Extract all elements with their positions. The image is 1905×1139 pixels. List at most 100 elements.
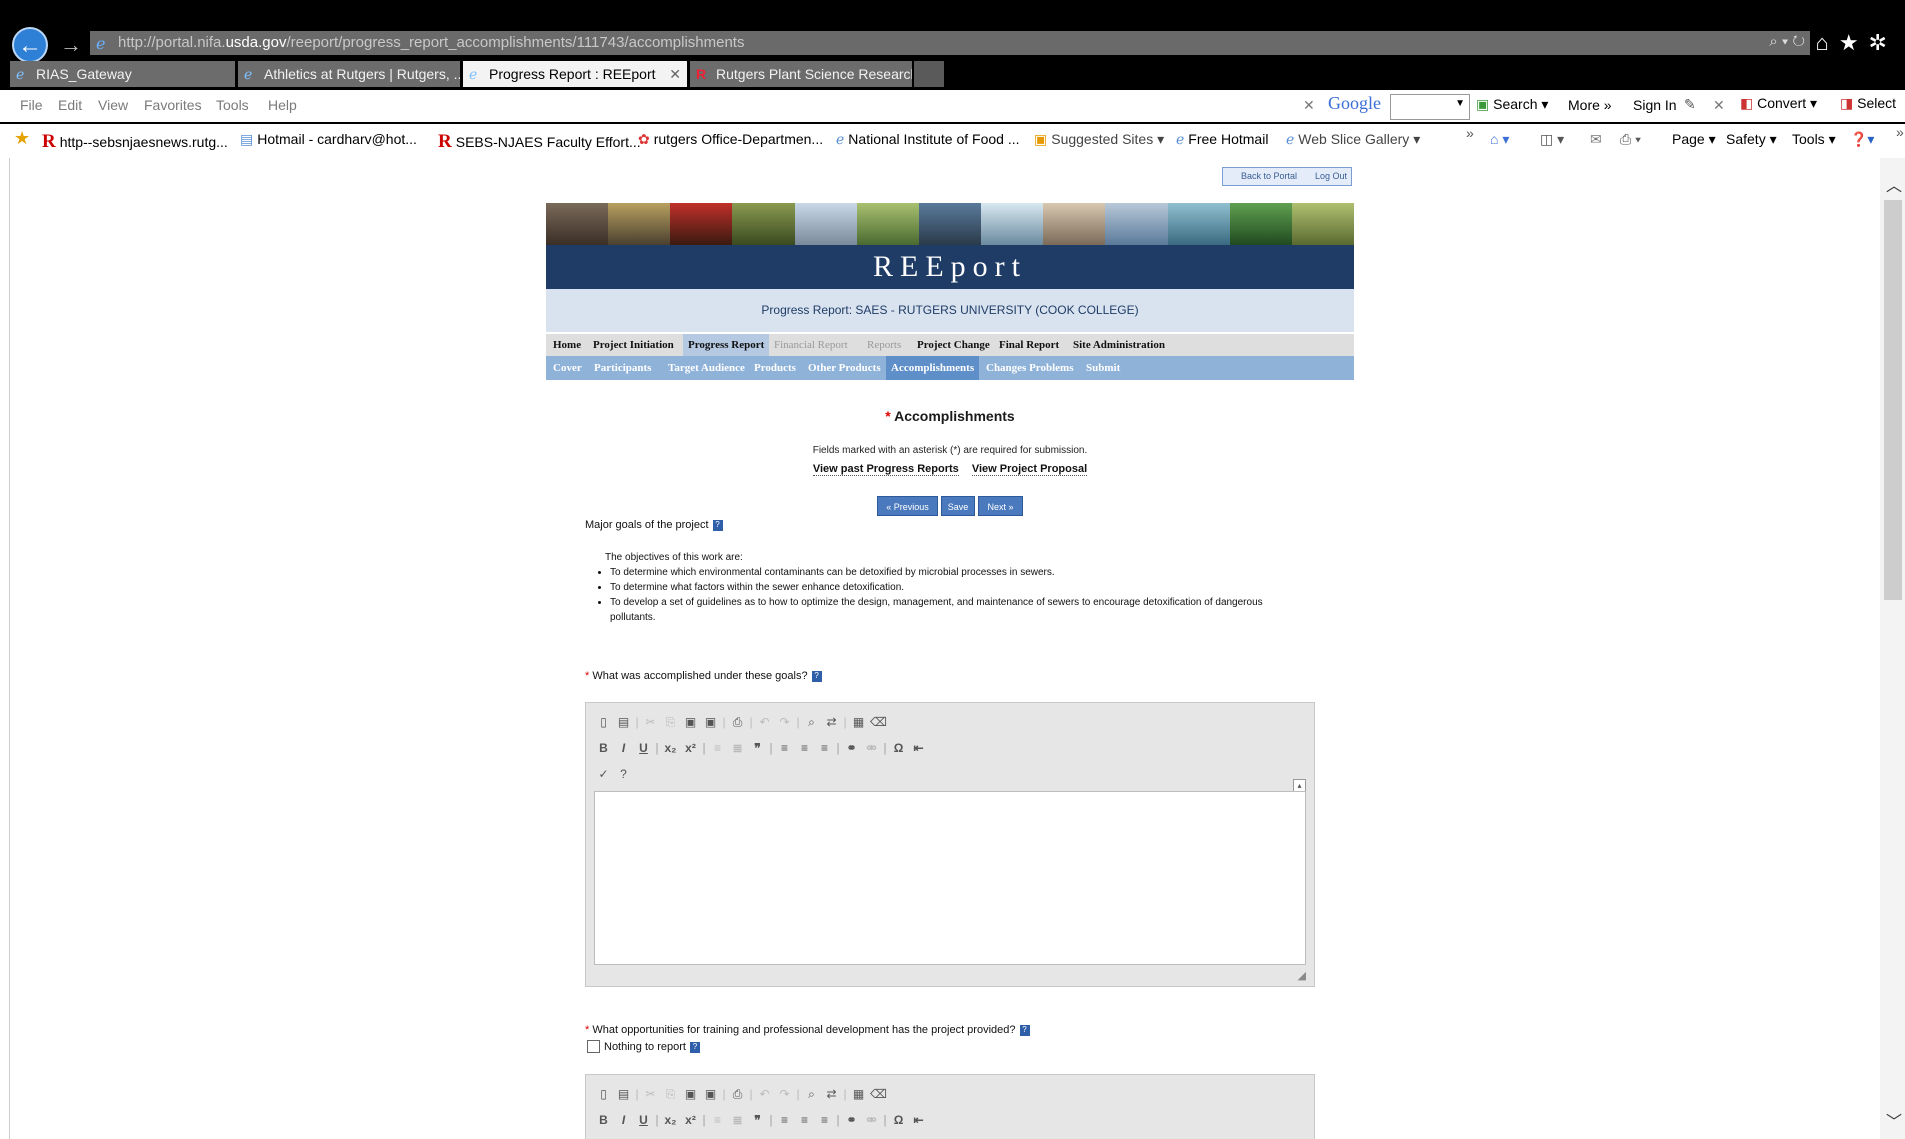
unlink-icon[interactable]: ⚮ — [862, 739, 881, 758]
select-button[interactable]: ◨ Select — [1840, 95, 1896, 112]
view-project-proposal-link[interactable]: View Project Proposal — [971, 463, 1088, 476]
remove-format-icon[interactable]: ⌫ — [869, 1085, 888, 1104]
unlink-icon[interactable]: ⚮ — [862, 1111, 881, 1130]
more-button[interactable]: More » — [1568, 97, 1612, 113]
about-icon[interactable]: ? — [614, 765, 633, 784]
help-icon[interactable]: ? — [689, 1041, 700, 1053]
nav-home[interactable]: Home — [548, 334, 586, 356]
align-center-icon[interactable]: ≡ — [795, 739, 814, 758]
subnav-accomplishments[interactable]: Accomplishments — [886, 356, 980, 380]
scroll-down-arrow-icon[interactable]: ﹀ — [1886, 1108, 1902, 1132]
log-out-link[interactable]: Log Out — [1315, 168, 1347, 185]
align-left-icon[interactable]: ≡ — [775, 739, 794, 758]
close-toolbar-icon[interactable]: ✕ — [1303, 97, 1315, 114]
resize-handle-icon[interactable]: ◢ — [1298, 969, 1306, 982]
fav-sebs-news[interactable]: Rhttp--sebsnjaesnews.rutg... — [42, 131, 228, 153]
align-center-icon[interactable]: ≡ — [795, 1111, 814, 1130]
scroll-up-arrow-icon[interactable]: ︿ — [1886, 172, 1902, 196]
special-char-icon[interactable]: Ω — [889, 739, 908, 758]
tools-menu[interactable]: Tools ▾ — [1792, 131, 1836, 148]
bold-icon[interactable]: B — [594, 739, 613, 758]
italic-icon[interactable]: I — [614, 1111, 633, 1130]
fav-nifa[interactable]: ℯ National Institute of Food ... — [836, 131, 1020, 148]
paste-icon[interactable]: ▣ — [681, 713, 700, 732]
favorites-star-icon[interactable]: ★ — [14, 128, 30, 149]
numbered-list-icon[interactable]: ≡ — [708, 739, 727, 758]
fav-web-slice-gallery[interactable]: ℯ Web Slice Gallery ▾ — [1286, 131, 1420, 148]
blockquote-icon[interactable]: ❞ — [748, 739, 767, 758]
link-icon[interactable]: ⚭ — [842, 739, 861, 758]
tab-rias-gateway[interactable]: ℯ RIAS_Gateway — [10, 61, 235, 87]
link-icon[interactable]: ⚭ — [842, 1111, 861, 1130]
subscript-icon[interactable]: x₂ — [661, 1111, 680, 1130]
subnav-submit[interactable]: Submit — [1081, 356, 1125, 380]
new-tab-button[interactable] — [914, 61, 944, 87]
view-past-reports-link[interactable]: View past Progress Reports — [812, 463, 959, 476]
nav-project-initiation[interactable]: Project Initiation — [588, 334, 679, 356]
special-char-icon[interactable]: Ω — [889, 1111, 908, 1130]
tab-athletics[interactable]: ℯ Athletics at Rutgers | Rutgers, ... — [238, 61, 460, 87]
copy-icon[interactable]: ⎘ — [661, 1085, 680, 1104]
paste-icon[interactable]: ▣ — [681, 1085, 700, 1104]
spellcheck-icon[interactable]: ✓ — [594, 765, 613, 784]
undo-icon[interactable]: ↶ — [755, 713, 774, 732]
menu-help[interactable]: Help — [268, 97, 297, 113]
nav-final-report[interactable]: Final Report — [994, 334, 1064, 356]
close-google-icon[interactable]: ✕ — [1713, 97, 1725, 114]
paste-word-icon[interactable]: ▣ — [701, 1085, 720, 1104]
nothing-to-report-checkbox[interactable] — [587, 1040, 600, 1053]
find-icon[interactable]: ⌕ — [802, 713, 821, 732]
subnav-other-products[interactable]: Other Products — [803, 356, 886, 380]
menu-tools[interactable]: Tools — [216, 97, 249, 113]
home-star-gear-icons[interactable]: ⌂★✲ — [1816, 30, 1897, 56]
fav-free-hotmail[interactable]: ℯ Free Hotmail — [1176, 131, 1268, 148]
back-button[interactable]: ← — [12, 27, 48, 63]
close-tab-icon[interactable]: ✕ — [669, 61, 681, 87]
nav-progress-report[interactable]: Progress Report — [683, 334, 770, 356]
replace-icon[interactable]: ⇄ — [822, 1085, 841, 1104]
subnav-changes-problems[interactable]: Changes Problems — [981, 356, 1079, 380]
subnav-products[interactable]: Products — [749, 356, 801, 380]
redo-icon[interactable]: ↷ — [775, 1085, 794, 1104]
fav-rutgers-office[interactable]: ✿ rutgers Office-Departmen... — [638, 131, 823, 148]
paste-word-icon[interactable]: ▣ — [701, 713, 720, 732]
help-icon[interactable]: ❓▾ — [1850, 131, 1874, 148]
home-icon[interactable]: ⌂ ▾ — [1490, 131, 1509, 148]
accomplishments-textarea[interactable] — [594, 791, 1306, 965]
bullet-list-icon[interactable]: ≣ — [728, 739, 747, 758]
cut-icon[interactable]: ✂ — [641, 713, 660, 732]
align-right-icon[interactable]: ≡ — [815, 1111, 834, 1130]
page-menu[interactable]: Page ▾ — [1672, 131, 1716, 148]
select-all-icon[interactable]: ▦ — [849, 1085, 868, 1104]
help-icon[interactable]: ? — [1019, 1024, 1030, 1036]
chevron-more-icon[interactable]: » — [1466, 125, 1474, 141]
print-icon[interactable]: ⎙ — [728, 1085, 747, 1104]
align-right-icon[interactable]: ≡ — [815, 739, 834, 758]
source-icon[interactable]: ▯ — [594, 713, 613, 732]
subnav-participants[interactable]: Participants — [589, 356, 656, 380]
select-all-icon[interactable]: ▦ — [849, 713, 868, 732]
chevron-more-icon-2[interactable]: » — [1896, 124, 1904, 140]
forward-button[interactable]: → — [60, 32, 82, 58]
tab-rutgers-plant-science[interactable]: R Rutgers Plant Science Research... — [690, 61, 912, 87]
blockquote-icon[interactable]: ❞ — [748, 1111, 767, 1130]
fav-sebs-njaes[interactable]: R SEBS-NJAES Faculty Effort... — [438, 131, 641, 153]
page-break-icon[interactable]: ⇤ — [909, 739, 928, 758]
fav-hotmail[interactable]: ▤ Hotmail - cardharv@hot... — [240, 131, 417, 148]
source-icon[interactable]: ▯ — [594, 1085, 613, 1104]
superscript-icon[interactable]: x² — [681, 1111, 700, 1130]
read-mail-icon[interactable]: ✉ — [1590, 131, 1602, 148]
fav-suggested-sites[interactable]: ▣ Suggested Sites ▾ — [1034, 131, 1164, 148]
next-button[interactable]: Next » — [978, 496, 1023, 516]
underline-icon[interactable]: U — [634, 739, 653, 758]
menu-file[interactable]: File — [20, 97, 43, 113]
safety-menu[interactable]: Safety ▾ — [1726, 131, 1777, 148]
subscript-icon[interactable]: x₂ — [661, 739, 680, 758]
address-bar-tools[interactable]: ⌕ ▾ ↻ — [1769, 33, 1805, 50]
scrollbar-thumb[interactable] — [1884, 200, 1902, 600]
google-search-input[interactable]: ▼ — [1390, 94, 1470, 120]
replace-icon[interactable]: ⇄ — [822, 713, 841, 732]
feeds-icon[interactable]: ◫ ▾ — [1540, 131, 1564, 148]
templates-icon[interactable]: ▤ — [614, 713, 633, 732]
align-left-icon[interactable]: ≡ — [775, 1111, 794, 1130]
